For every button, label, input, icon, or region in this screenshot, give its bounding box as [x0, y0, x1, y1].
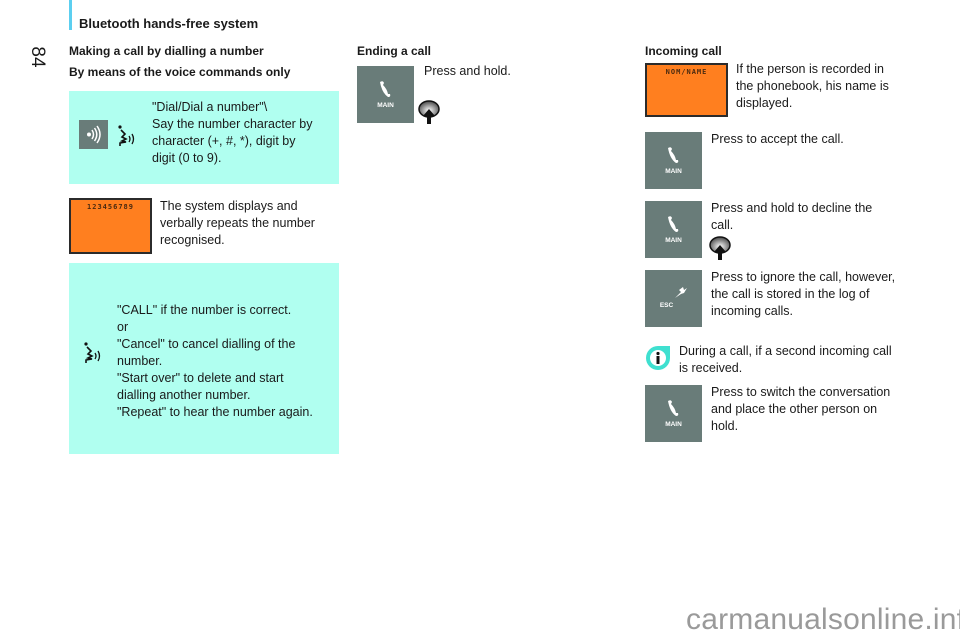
step1-line: Say the number character by	[152, 117, 313, 131]
step1-box: "Dial/Dial a number"\ Say the number cha…	[69, 91, 339, 184]
button-label: MAIN	[377, 102, 394, 109]
step2-line: The system displays and	[160, 199, 298, 213]
page-number: 84	[27, 46, 48, 68]
phone-handset-icon	[668, 147, 679, 163]
info-line: is received.	[679, 361, 743, 375]
display-line: the phonebook, his name is	[736, 79, 889, 93]
display-text: If the person is recorded in the phonebo…	[736, 61, 936, 112]
step3-line: "Start over" to delete and start	[117, 371, 284, 385]
middle-heading: Ending a call	[357, 44, 432, 58]
step2-text: The system displays and verbally repeats…	[160, 198, 340, 249]
press-and-hold-icon	[418, 100, 440, 124]
left-subheading: By means of the voice commands only	[69, 65, 291, 79]
main-button-end-call[interactable]: MAIN	[357, 66, 414, 123]
step3-line: or	[117, 320, 129, 334]
step1-line: "Dial/Dial a number"\	[152, 100, 268, 114]
name-display-screen: NOM/NAME	[645, 63, 728, 117]
step2-line: recognised.	[160, 233, 225, 247]
display-number: 123456789	[87, 203, 134, 211]
press-and-hold-icon	[709, 236, 731, 260]
step1-line: digit (0 to 9).	[152, 151, 222, 165]
step3-line: "Cancel" to cancel dialling of the	[117, 337, 296, 351]
info-line: During a call, if a second incoming call	[679, 344, 892, 358]
step1-line: character (+, #, *), digit by	[152, 134, 296, 148]
ignore-line: incoming calls.	[711, 304, 793, 318]
section-title: Bluetooth hands-free system	[79, 16, 259, 31]
step3-line: number.	[117, 354, 163, 368]
phone-handset-icon	[668, 400, 679, 416]
button-label: MAIN	[665, 237, 682, 244]
display-name: NOM/NAME	[665, 68, 708, 76]
main-button-decline[interactable]: MAIN	[645, 201, 702, 258]
watermark: carmanualsonline.info	[686, 603, 960, 636]
main-button-switch[interactable]: MAIN	[645, 385, 702, 442]
button-label: MAIN	[665, 421, 682, 428]
display-line: If the person is recorded in	[736, 62, 884, 76]
voice-command-button[interactable]	[79, 120, 108, 149]
switch-line: Press to switch the conversation	[711, 385, 891, 399]
step3-line: "Repeat" to hear the number again.	[117, 405, 313, 419]
step3-box: "CALL" if the number is correct. or "Can…	[69, 263, 339, 454]
section-accent-bar	[69, 0, 72, 30]
switch-line: and place the other person on	[711, 402, 878, 416]
right-heading: Incoming call	[645, 44, 722, 58]
ignore-line: Press to ignore the call, however,	[711, 270, 896, 284]
accept-line: Press to accept the call.	[711, 132, 844, 146]
voice-command-icon	[87, 125, 101, 144]
accept-text: Press to accept the call.	[711, 131, 931, 148]
switch-text: Press to switch the conversation and pla…	[711, 384, 931, 435]
step3-line: dialling another number.	[117, 388, 251, 402]
step2-line: verbally repeats the number	[160, 216, 315, 230]
ignore-line: the call is stored in the log of	[711, 287, 870, 301]
ignore-text: Press to ignore the call, however, the c…	[711, 269, 931, 320]
info-icon	[646, 346, 670, 370]
step3-text: "CALL" if the number is correct. or "Can…	[117, 302, 339, 421]
left-heading: Making a call by dialling a number	[69, 44, 264, 58]
decline-text: Press and hold to decline the call.	[711, 200, 931, 234]
button-label: ESC	[659, 302, 674, 309]
phone-handset-icon	[668, 216, 679, 232]
decline-line: Press and hold to decline the	[711, 201, 873, 215]
button-label: MAIN	[665, 168, 682, 175]
hang-up-icon	[675, 287, 687, 298]
info-text: During a call, if a second incoming call…	[679, 343, 929, 377]
speaking-head-icon	[118, 125, 135, 146]
step3-line: "CALL" if the number is correct.	[117, 303, 292, 317]
decline-line: call.	[711, 218, 734, 232]
switch-line: hold.	[711, 419, 739, 433]
step1-text: "Dial/Dial a number"\ Say the number cha…	[152, 99, 337, 167]
esc-button-ignore[interactable]: ESC	[645, 270, 702, 327]
speaking-head-icon	[84, 342, 101, 363]
number-display-screen: 123456789	[69, 198, 152, 254]
phone-handset-icon	[380, 81, 391, 97]
display-line: displayed.	[736, 96, 793, 110]
main-button-accept[interactable]: MAIN	[645, 132, 702, 189]
middle-text: Press and hold.	[424, 64, 511, 78]
